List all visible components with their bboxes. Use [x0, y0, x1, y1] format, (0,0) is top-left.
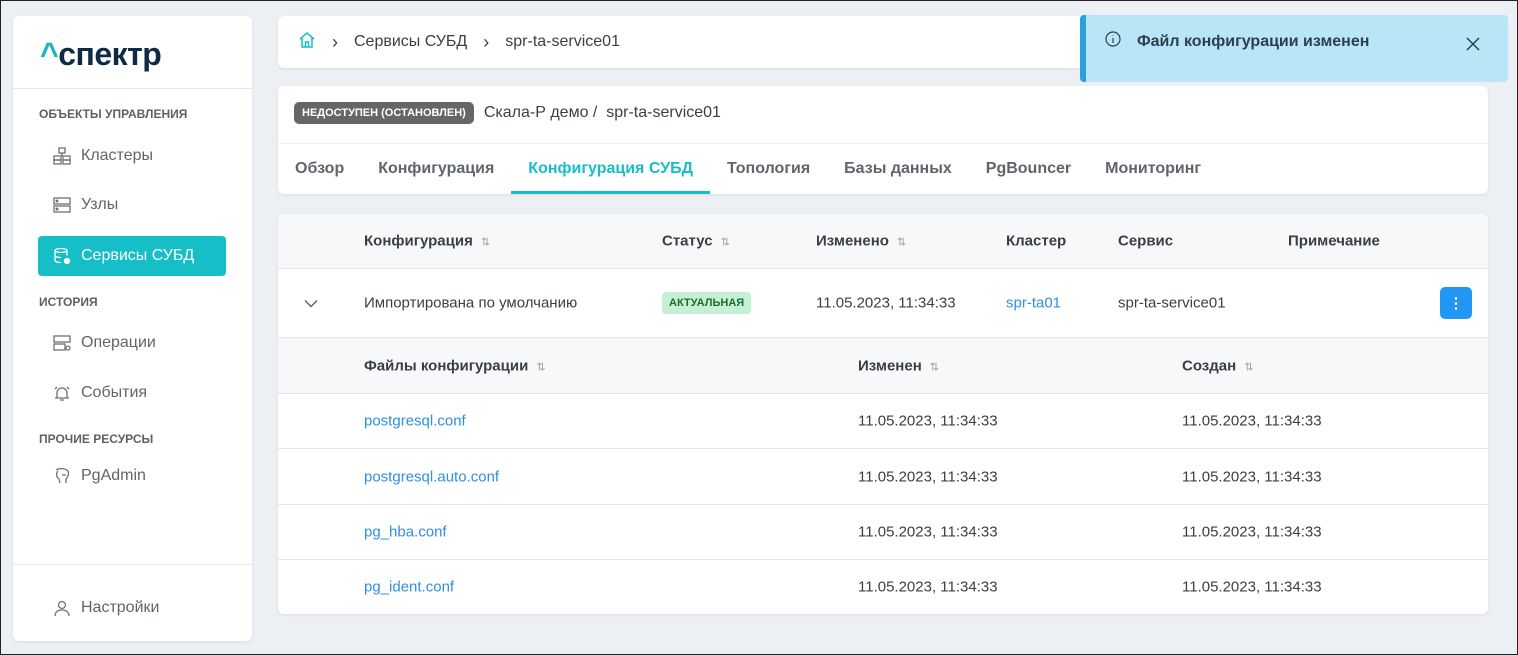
sidebar-item-dbms-services[interactable]: Сервисы СУБД — [38, 236, 226, 276]
sidebar-item-nodes[interactable]: Узлы — [38, 185, 226, 225]
file-created: 11.05.2023, 11:34:33 — [1182, 523, 1322, 541]
file-link[interactable]: postgresql.conf — [364, 413, 466, 430]
status-badge: НЕДОСТУПЕН (ОСТАНОВЛЕН) — [294, 102, 474, 124]
file-changed: 11.05.2023, 11:34:33 — [858, 468, 998, 485]
info-icon — [1105, 31, 1121, 52]
kebab-menu-icon: ⋮ — [1448, 295, 1464, 312]
clusters-icon — [52, 146, 72, 166]
tab-topology[interactable]: Топология — [710, 144, 827, 194]
sidebar-item-pgadmin[interactable]: PgAdmin — [38, 456, 226, 496]
tabs: Обзор Конфигурация Конфигурация СУБД Топ… — [278, 143, 1488, 194]
file-changed: 11.05.2023, 11:34:33 — [858, 412, 998, 430]
file-link[interactable]: pg_hba.conf — [364, 524, 447, 541]
toast-message: Файл конфигурации изменен — [1137, 33, 1370, 50]
column-note: Примечание — [1288, 232, 1380, 250]
notification-toast: Файл конфигурации изменен — [1080, 15, 1508, 82]
column-file-changed[interactable]: Изменен ⇅ — [858, 357, 939, 374]
column-service: Сервис — [1118, 232, 1174, 250]
config-name: Импортирована по умолчанию — [364, 294, 578, 312]
tab-databases[interactable]: Базы данных — [827, 144, 969, 194]
postgres-elephant-icon — [52, 466, 72, 486]
alarm-bell-icon — [52, 383, 72, 403]
tab-overview[interactable]: Обзор — [278, 144, 361, 194]
column-config-files[interactable]: Файлы конфигурации ⇅ — [364, 357, 546, 374]
sidebar-item-clusters[interactable]: Кластеры — [38, 136, 226, 176]
sidebar-item-events[interactable]: События — [38, 373, 226, 413]
status-badge: АКТУАЛЬНАЯ — [662, 292, 752, 314]
file-created: 11.05.2023, 11:34:33 — [1182, 412, 1322, 430]
tab-monitoring[interactable]: Мониторинг — [1088, 144, 1218, 194]
file-link[interactable]: postgresql.auto.conf — [364, 468, 499, 485]
chevron-right-icon: › — [332, 31, 338, 52]
operations-icon — [52, 333, 72, 353]
database-gear-icon — [52, 246, 72, 266]
service-name: spr-ta-service01 — [1118, 294, 1226, 312]
sidebar-item-operations[interactable]: Операции — [38, 323, 226, 363]
file-row: pg_ident.conf 11.05.2023, 11:34:33 11.05… — [278, 560, 1488, 614]
column-status[interactable]: Статус ⇅ — [662, 233, 730, 250]
tab-configuration[interactable]: Конфигурация — [361, 144, 511, 194]
column-file-created[interactable]: Создан ⇅ — [1182, 357, 1253, 374]
file-row: postgresql.auto.conf 11.05.2023, 11:34:3… — [278, 449, 1488, 505]
server-icon — [52, 195, 72, 215]
divider — [13, 88, 252, 89]
sort-icon: ⇅ — [536, 361, 546, 373]
service-path: Скала-Р демо / spr-ta-service01 — [483, 104, 721, 121]
sort-icon: ⇅ — [896, 236, 907, 249]
tab-dbms-configuration[interactable]: Конфигурация СУБД — [511, 144, 711, 194]
tab-pgbouncer[interactable]: PgBouncer — [969, 144, 1088, 194]
column-configuration[interactable]: Конфигурация ⇅ — [364, 233, 490, 250]
breadcrumb-dbms-services[interactable]: Сервисы СУБД — [354, 33, 467, 51]
file-row: postgresql.conf 11.05.2023, 11:34:33 11.… — [278, 394, 1488, 449]
sort-icon: ⇅ — [929, 361, 939, 373]
divider — [13, 564, 252, 565]
logo[interactable]: ^спектр — [40, 36, 162, 73]
table-row: Импортирована по умолчанию АКТУАЛЬНАЯ 11… — [278, 269, 1488, 338]
close-icon[interactable] — [1466, 37, 1480, 56]
file-created: 11.05.2023, 11:34:33 — [1182, 468, 1322, 485]
section-objects: ОБЪЕКТЫ УПРАВЛЕНИЯ — [39, 107, 188, 121]
breadcrumb-current: spr-ta-service01 — [505, 33, 620, 50]
file-row: pg_hba.conf 11.05.2023, 11:34:33 11.05.2… — [278, 505, 1488, 560]
file-changed: 11.05.2023, 11:34:33 — [858, 578, 998, 596]
sort-icon: ⇅ — [1244, 361, 1254, 373]
user-icon — [52, 598, 72, 618]
column-changed[interactable]: Изменено ⇅ — [816, 233, 906, 250]
configurations-table: Конфигурация ⇅ Статус ⇅ Изменено ⇅ Кластер … — [278, 214, 1488, 614]
section-other-resources: ПРОЧИЕ РЕСУРСЫ — [39, 432, 154, 446]
file-link[interactable]: pg_ident.conf — [364, 579, 454, 596]
sort-icon: ⇅ — [720, 236, 730, 249]
sort-icon: ⇅ — [480, 236, 491, 249]
changed-date: 11.05.2023, 11:34:33 — [816, 294, 956, 312]
files-header: Файлы конфигурации ⇅ Изменен ⇅ Создан ⇅ — [278, 338, 1488, 394]
cluster-link[interactable]: spr-ta01 — [1006, 295, 1061, 312]
more-actions-button[interactable]: ⋮ — [1440, 287, 1472, 319]
service-header: НЕДОСТУПЕН (ОСТАНОВЛЕН) Скала-Р демо / s… — [278, 86, 1488, 194]
sidebar-item-settings[interactable]: Настройки — [38, 588, 226, 628]
chevron-down-icon[interactable] — [304, 295, 318, 312]
column-cluster: Кластер — [1006, 232, 1067, 250]
home-icon[interactable] — [298, 31, 316, 54]
section-history: ИСТОРИЯ — [39, 295, 98, 309]
chevron-right-icon: › — [483, 31, 490, 52]
breadcrumb: › Сервисы СУБД › spr-ta-service01 — [278, 16, 1098, 68]
file-changed: 11.05.2023, 11:34:33 — [858, 523, 998, 541]
file-created: 11.05.2023, 11:34:33 — [1182, 578, 1322, 596]
sidebar: ^спектр ОБЪЕКТЫ УПРАВЛЕНИЯ Кластеры Узлы… — [13, 16, 252, 641]
table-header: Конфигурация ⇅ Статус ⇅ Изменено ⇅ Кластер … — [278, 214, 1488, 269]
